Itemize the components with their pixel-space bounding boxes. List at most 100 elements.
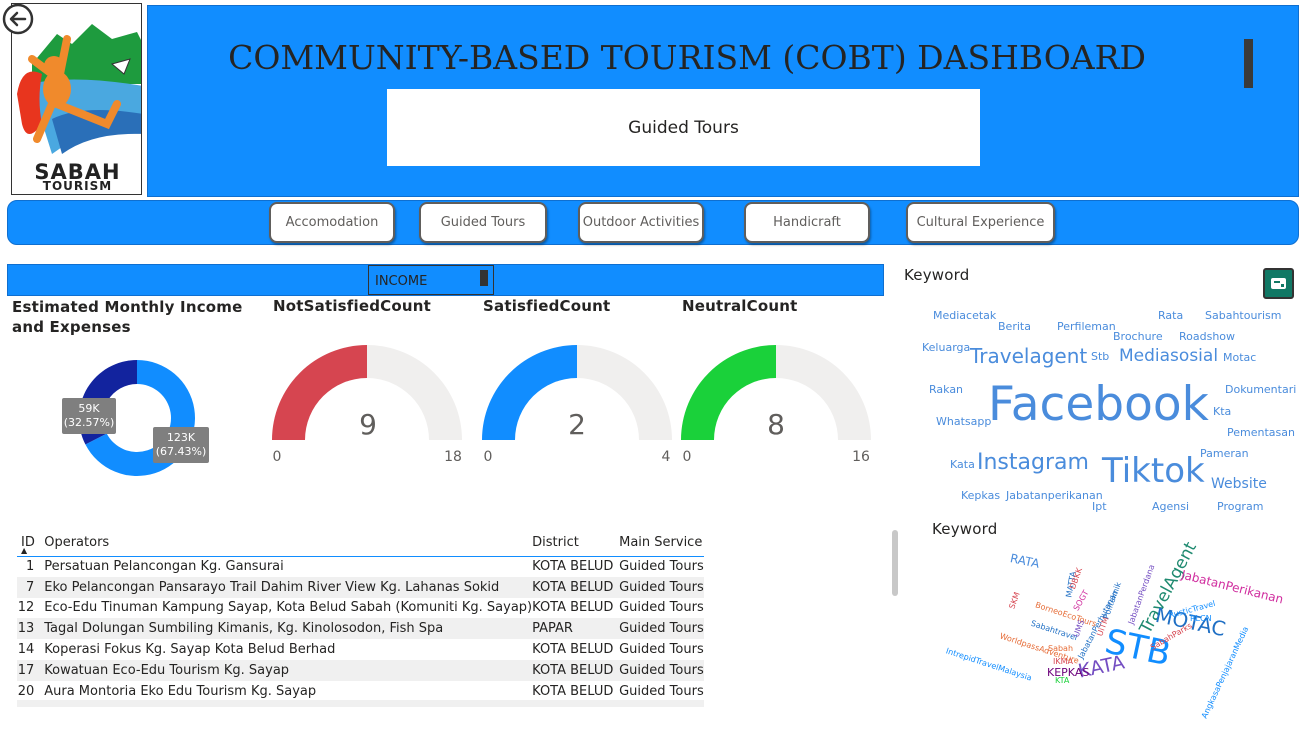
cell-id: 1: [25, 559, 35, 575]
selected-category-card: Guided Tours: [387, 89, 980, 166]
gauge-value: 2: [568, 408, 586, 441]
keyword: Mediacetak: [933, 309, 997, 322]
keyword: Brochure: [1113, 330, 1163, 343]
wordcloud-title: Keyword: [904, 266, 970, 284]
cell-main-service: Guided Tours: [619, 576, 704, 598]
keyword: Program: [1217, 500, 1264, 513]
back-arrow-icon[interactable]: [2, 3, 34, 35]
cell-operator: Koperasi Fokus Kg. Sayap Kota Belud Berh…: [44, 642, 336, 658]
header-slicer-handle[interactable]: [1244, 39, 1253, 88]
gauge-title-not-satisfied: NotSatisfiedCount: [273, 297, 432, 315]
gauge-min: 0: [484, 449, 493, 465]
donut-label-expenses: 59K (32.57%): [62, 398, 116, 434]
cell-operator: Persatuan Pelancongan Kg. Gansurai: [44, 559, 284, 575]
table-row[interactable]: 13 Tagal Dolungan Sumbiling Kimanis, Kg. …: [17, 618, 704, 640]
page-scrollbar-thumb[interactable]: [892, 530, 898, 596]
nav-button-guided-tours[interactable]: Guided Tours: [419, 202, 547, 243]
table-row[interactable]: 12 Eco-Edu Tinuman Kampung Sayap, Kota Be…: [17, 598, 704, 619]
table-header-row: ID ▲ Operators District Main Service: [17, 530, 704, 557]
gauge-title-satisfied: SatisfiedCount: [483, 297, 611, 315]
table-row[interactable]: 7 Eko Pelancongan Pansarayo Trail Dahim R…: [17, 576, 704, 598]
gauge-min: 0: [683, 449, 692, 465]
column-header-operators[interactable]: Operators: [44, 530, 533, 557]
keyword: Tiktok: [1102, 451, 1205, 491]
keyword: JabatanPerikanan: [1179, 567, 1285, 607]
cell-main-service: Guided Tours: [619, 600, 704, 616]
cell-id: 7: [17, 576, 45, 598]
donut-label-income-value: 123K: [166, 431, 196, 444]
cell-main-service: Guided Tours: [619, 618, 704, 640]
keyword: Agensi: [1152, 500, 1190, 513]
wordcloud-title: Keyword: [932, 520, 998, 538]
column-header-district[interactable]: District: [532, 530, 620, 557]
gauge-value: 9: [359, 408, 377, 441]
keyword: Berita: [998, 320, 1031, 333]
keyword: Pameran: [1200, 447, 1249, 460]
keyword: Jabatanperikanan: [1006, 489, 1103, 502]
cell-operator: Kowatuan Eco-Edu Tourism Kg. Sayap: [44, 659, 533, 681]
keyword: Kata: [950, 458, 975, 471]
keyword: Kta: [1213, 405, 1232, 418]
nav-button-cultural-experience[interactable]: Cultural Experience: [906, 202, 1055, 243]
keyword: Instagram: [977, 450, 1089, 475]
visual-options-icon[interactable]: [1263, 268, 1294, 299]
gauge-min: 0: [273, 449, 282, 465]
cell-district: PAPAR: [532, 618, 620, 640]
gauge-fill: [681, 345, 776, 440]
keyword: Roadshow: [1179, 330, 1236, 343]
cell-id: 12: [17, 600, 35, 616]
gauge-neutral: 8 0 16: [681, 345, 871, 465]
keyword: SOGT: [1071, 588, 1091, 613]
income-filter-select[interactable]: INCOME: [368, 265, 494, 295]
keyword: Rakan: [929, 383, 964, 396]
keyword: KTA: [1055, 676, 1070, 685]
table-row[interactable]: 17 Kowatuan Eco-Edu Tourism Kg. Sayap KOTA…: [17, 659, 704, 681]
income-filter-handle[interactable]: [480, 270, 488, 286]
cell-district: KOTA BELUD: [532, 683, 614, 699]
keyword: Keluarga: [922, 341, 971, 354]
gauge-fill: [482, 345, 577, 440]
cell-main-service: Guided Tours: [619, 659, 704, 681]
keyword: Motac: [1223, 351, 1257, 364]
table-row[interactable]: 14 Koperasi Fokus Kg. Sayap Kota Belud Be…: [17, 639, 704, 660]
gauge-max: 16: [852, 449, 870, 465]
table-row[interactable]: 20 Aura Montoria Eko Edu Tourism Kg. Saya…: [17, 681, 704, 702]
gauge-max: 4: [662, 449, 671, 465]
keyword: Whatsapp: [936, 415, 992, 428]
cell-operator: Aura Montoria Eko Edu Tourism Kg. Sayap: [44, 683, 317, 699]
donut-label-income-pct: (67.43%): [155, 445, 207, 458]
cell-district: KOTA BELUD: [532, 642, 614, 658]
table-row[interactable]: 1 Persatuan Pelancongan Kg. Gansurai KOTA …: [17, 556, 704, 577]
cell-main-service: Guided Tours: [619, 683, 704, 699]
keyword: RATA: [1008, 551, 1041, 571]
keyword: Dokumentari: [1225, 383, 1297, 396]
keyword: Website: [1211, 476, 1267, 492]
keyword: Rata: [1158, 309, 1184, 322]
keyword: Facebook: [988, 377, 1209, 432]
cell-main-service: Guided Tours: [619, 559, 704, 575]
donut-title: Estimated Monthly Income and Expenses: [12, 298, 243, 336]
keyword: AngkasaPenjajaranMedia: [1199, 625, 1251, 720]
keyword: Sabahtravel: [1029, 618, 1079, 643]
page-title: COMMUNITY-BASED TOURISM (COBT) DASHBOARD: [228, 38, 1146, 77]
nav-button-outdoor-activities[interactable]: Outdoor Activities: [578, 202, 704, 243]
keyword: Mediasosial: [1119, 346, 1219, 366]
column-header-id[interactable]: ID ▲: [17, 530, 45, 557]
gauge-fill: [272, 345, 367, 440]
operators-table: ID ▲ Operators District Main Service 1 Per…: [17, 530, 704, 702]
keyword: RLCN: [1190, 614, 1212, 623]
keyword: Ipt: [1092, 500, 1107, 513]
column-header-main-service[interactable]: Main Service: [619, 530, 704, 557]
nav-button-handicraft[interactable]: Handicraft: [744, 202, 870, 243]
gauge-not-satisfied: 9 0 18: [272, 345, 462, 465]
cell-district: KOTA BELUD: [532, 600, 614, 616]
cell-operator: Tagal Dolungan Sumbiling Kimanis, Kg. Ki…: [44, 618, 533, 640]
donut-label-expenses-value: 59K: [78, 402, 100, 415]
cell-id: 14: [17, 642, 35, 658]
cell-operator: Eko Pelancongan Pansarayo Trail Dahim Ri…: [44, 576, 533, 598]
keyword: Perfileman: [1057, 320, 1116, 333]
gauge-value: 8: [767, 408, 785, 441]
nav-button-accomodation[interactable]: Accomodation: [269, 202, 395, 243]
donut-label-income: 123K (67.43%): [153, 427, 209, 463]
donut-label-expenses-pct: (32.57%): [63, 416, 115, 429]
